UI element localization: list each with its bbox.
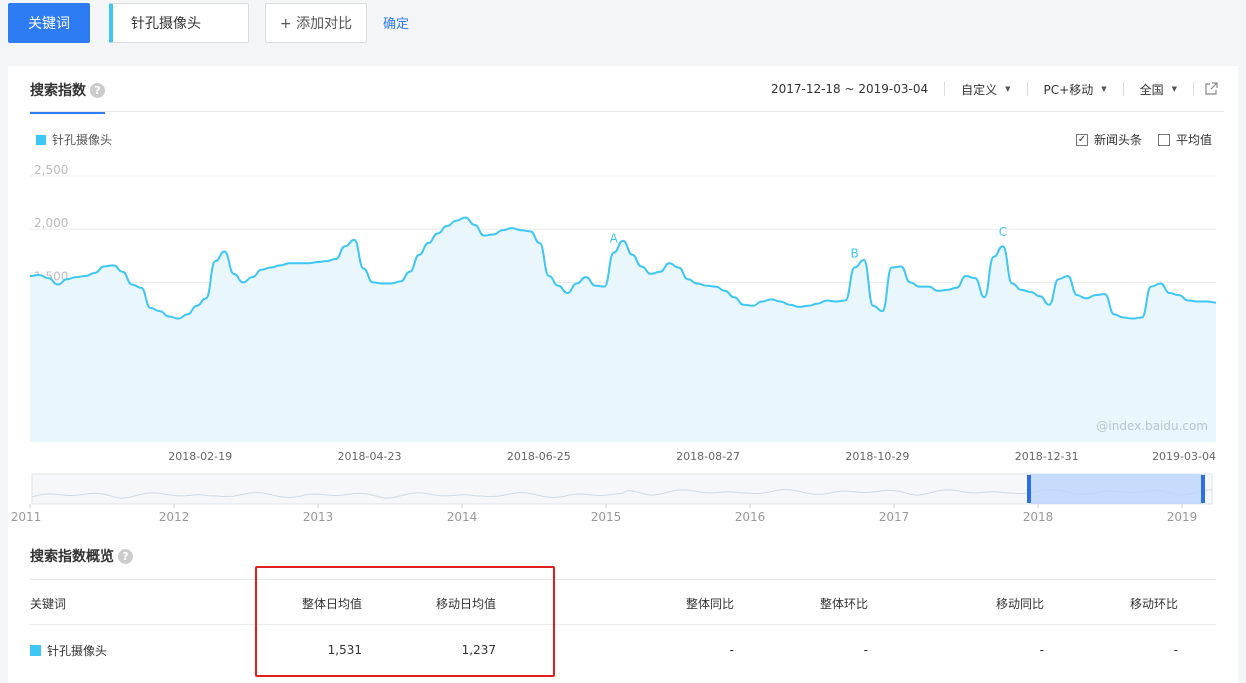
header-mobile-mom: 移动环比: [1129, 596, 1178, 611]
search-index-chart[interactable]: 5001,0001,5002,0002,500ABC@index.baidu.c…: [8, 66, 1238, 536]
help-icon[interactable]: ?: [118, 549, 133, 564]
range-year-label: 2017: [879, 510, 910, 524]
range-year-label: 2011: [11, 510, 42, 524]
range-handle-left: [1027, 475, 1031, 503]
keyword-input-value: 针孔摄像头: [131, 16, 201, 32]
range-year-label: 2014: [447, 510, 478, 524]
x-tick-label: 2018-08-27: [676, 450, 740, 463]
range-handle-right: [1201, 475, 1205, 503]
y-tick-label: 2,500: [34, 163, 68, 177]
overview-title-text: 搜索指数概览: [30, 549, 114, 565]
row-mobile-mom: -: [1173, 643, 1178, 657]
range-year-label: 2012: [159, 510, 190, 524]
confirm-link[interactable]: 确定: [383, 13, 409, 32]
x-tick-label: 2018-02-19: [168, 450, 232, 463]
range-year-label: 2013: [303, 510, 334, 524]
annotation-label: B: [851, 247, 859, 261]
range-selection-window: [1029, 474, 1203, 504]
annotation-label: A: [610, 232, 619, 246]
row-overall-yoy: -: [729, 643, 734, 657]
range-year-label: 2016: [735, 510, 766, 524]
header-overall-yoy: 整体同比: [685, 596, 734, 611]
range-year-label: 2015: [591, 510, 622, 524]
x-tick-label: 2018-04-23: [338, 450, 402, 463]
overview-title: 搜索指数概览?: [30, 546, 133, 566]
y-tick-label: 2,000: [34, 216, 68, 230]
x-tick-label: 2018-06-25: [507, 450, 571, 463]
row-keyword: 针孔摄像头: [30, 625, 107, 675]
header-keyword: 关键词: [30, 596, 67, 611]
keyword-tab-button[interactable]: 关键词: [8, 3, 90, 43]
keyword-swatch: [30, 644, 41, 656]
watermark: @index.baidu.com: [1096, 419, 1208, 433]
overview-table: 关键词 整体日均值 移动日均值 整体同比 整体环比 移动同比 移动环比 针孔摄像…: [30, 579, 1216, 675]
x-tick-label: 2019-03-04: [1152, 450, 1216, 463]
table-row: 针孔摄像头 1,531 1,237 - - - -: [30, 625, 1216, 675]
table-header-row: 关键词 整体日均值 移动日均值 整体同比 整体环比 移动同比 移动环比: [30, 579, 1216, 625]
x-tick-label: 2018-12-31: [1015, 450, 1079, 463]
header-overall-mom: 整体环比: [819, 596, 868, 611]
x-tick-label: 2018-10-29: [845, 450, 909, 463]
row-overall-mom: -: [863, 643, 868, 657]
add-compare-button[interactable]: + 添加对比: [265, 3, 367, 43]
search-index-panel: 搜索指数? 2017-12-18 ~ 2019-03-04 自定义 ▼ PC+移动…: [8, 66, 1238, 683]
range-year-label: 2019: [1167, 510, 1198, 524]
highlight-box: [255, 566, 555, 677]
range-year-label: 2018: [1023, 510, 1054, 524]
annotation-label: C: [999, 225, 1007, 239]
row-keyword-label: 针孔摄像头: [47, 643, 108, 658]
row-mobile-yoy: -: [1039, 643, 1044, 657]
header-mobile-yoy: 移动同比: [995, 596, 1044, 611]
keyword-input[interactable]: 针孔摄像头: [109, 3, 249, 43]
